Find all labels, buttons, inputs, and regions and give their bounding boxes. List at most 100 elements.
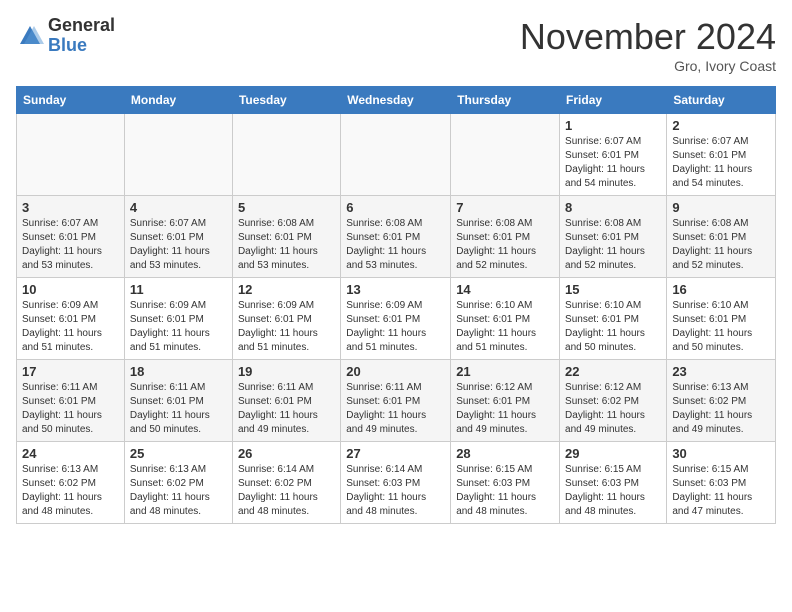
day-number: 28 bbox=[456, 446, 554, 461]
calendar-day-cell: 7 Sunrise: 6:08 AM Sunset: 6:01 PM Daylig… bbox=[451, 196, 560, 278]
weekday-header: Sunday bbox=[17, 87, 125, 114]
calendar-week-row: 17 Sunrise: 6:11 AM Sunset: 6:01 PM Dayli… bbox=[17, 360, 776, 442]
calendar-day-cell: 9 Sunrise: 6:08 AM Sunset: 6:01 PM Daylig… bbox=[667, 196, 776, 278]
day-number: 27 bbox=[346, 446, 445, 461]
day-number: 22 bbox=[565, 364, 661, 379]
calendar-day-cell bbox=[451, 114, 560, 196]
calendar-day-cell: 10Sunrise: 6:09 AM Sunset: 6:01 PM Dayli… bbox=[17, 278, 125, 360]
calendar-week-row: 1Sunrise: 6:07 AM Sunset: 6:01 PM Daylig… bbox=[17, 114, 776, 196]
day-info: Sunrise: 6:10 AM Sunset: 6:01 PM Dayligh… bbox=[565, 299, 661, 355]
calendar-day-cell: 18 Sunrise: 6:11 AM Sunset: 6:01 PM Dayli… bbox=[124, 360, 232, 442]
day-number: 17 bbox=[22, 364, 119, 379]
calendar-day-cell: 24Sunrise: 6:13 AM Sunset: 6:02 PM Dayli… bbox=[17, 442, 125, 524]
calendar-day-cell: 28 Sunrise: 6:15 AM Sunset: 6:03 PM Dayli… bbox=[451, 442, 560, 524]
calendar-day-cell: 21Sunrise: 6:12 AM Sunset: 6:01 PM Dayli… bbox=[451, 360, 560, 442]
day-info: Sunrise: 6:15 AM Sunset: 6:03 PM Dayligh… bbox=[456, 463, 554, 519]
day-number: 12 bbox=[238, 282, 335, 297]
day-number: 3 bbox=[22, 200, 119, 215]
day-info: Sunrise: 6:14 AM Sunset: 6:03 PM Dayligh… bbox=[346, 463, 445, 519]
weekday-header: Monday bbox=[124, 87, 232, 114]
calendar-day-cell: 22 Sunrise: 6:12 AM Sunset: 6:02 PM Dayli… bbox=[560, 360, 667, 442]
day-number: 2 bbox=[672, 118, 770, 133]
calendar-day-cell: 19 Sunrise: 6:11 AM Sunset: 6:01 PM Dayli… bbox=[232, 360, 340, 442]
day-number: 23 bbox=[672, 364, 770, 379]
day-info: Sunrise: 6:08 AM Sunset: 6:01 PM Dayligh… bbox=[672, 217, 770, 273]
calendar-day-cell: 1Sunrise: 6:07 AM Sunset: 6:01 PM Daylig… bbox=[560, 114, 667, 196]
day-number: 11 bbox=[130, 282, 227, 297]
calendar-day-cell: 6Sunrise: 6:08 AM Sunset: 6:01 PM Daylig… bbox=[341, 196, 451, 278]
logo: General Blue bbox=[16, 16, 115, 56]
calendar-day-cell: 27 Sunrise: 6:14 AM Sunset: 6:03 PM Dayli… bbox=[341, 442, 451, 524]
calendar-day-cell: 15 Sunrise: 6:10 AM Sunset: 6:01 PM Dayli… bbox=[560, 278, 667, 360]
title-block: November 2024 Gro, Ivory Coast bbox=[520, 16, 776, 74]
weekday-header: Wednesday bbox=[341, 87, 451, 114]
calendar-day-cell: 26 Sunrise: 6:14 AM Sunset: 6:02 PM Dayli… bbox=[232, 442, 340, 524]
calendar-day-cell: 3 Sunrise: 6:07 AM Sunset: 6:01 PM Daylig… bbox=[17, 196, 125, 278]
day-number: 10 bbox=[22, 282, 119, 297]
calendar-day-cell: 14 Sunrise: 6:10 AM Sunset: 6:01 PM Dayli… bbox=[451, 278, 560, 360]
calendar-day-cell bbox=[232, 114, 340, 196]
calendar-day-cell bbox=[17, 114, 125, 196]
day-info: Sunrise: 6:12 AM Sunset: 6:02 PM Dayligh… bbox=[565, 381, 661, 437]
weekday-header: Friday bbox=[560, 87, 667, 114]
calendar-day-cell bbox=[124, 114, 232, 196]
day-info: Sunrise: 6:09 AM Sunset: 6:01 PM Dayligh… bbox=[346, 299, 445, 355]
calendar-table: SundayMondayTuesdayWednesdayThursdayFrid… bbox=[16, 86, 776, 524]
weekday-header: Saturday bbox=[667, 87, 776, 114]
day-info: Sunrise: 6:08 AM Sunset: 6:01 PM Dayligh… bbox=[565, 217, 661, 273]
calendar-day-cell: 17 Sunrise: 6:11 AM Sunset: 6:01 PM Dayli… bbox=[17, 360, 125, 442]
calendar-day-cell: 8 Sunrise: 6:08 AM Sunset: 6:01 PM Daylig… bbox=[560, 196, 667, 278]
day-info: Sunrise: 6:13 AM Sunset: 6:02 PM Dayligh… bbox=[672, 381, 770, 437]
month-title: November 2024 bbox=[520, 16, 776, 58]
day-number: 9 bbox=[672, 200, 770, 215]
day-info: Sunrise: 6:11 AM Sunset: 6:01 PM Dayligh… bbox=[238, 381, 335, 437]
calendar-week-row: 24Sunrise: 6:13 AM Sunset: 6:02 PM Dayli… bbox=[17, 442, 776, 524]
day-info: Sunrise: 6:09 AM Sunset: 6:01 PM Dayligh… bbox=[238, 299, 335, 355]
calendar-week-row: 3 Sunrise: 6:07 AM Sunset: 6:01 PM Daylig… bbox=[17, 196, 776, 278]
day-info: Sunrise: 6:11 AM Sunset: 6:01 PM Dayligh… bbox=[22, 381, 119, 437]
day-info: Sunrise: 6:07 AM Sunset: 6:01 PM Dayligh… bbox=[22, 217, 119, 273]
day-number: 15 bbox=[565, 282, 661, 297]
day-info: Sunrise: 6:08 AM Sunset: 6:01 PM Dayligh… bbox=[346, 217, 445, 273]
day-info: Sunrise: 6:11 AM Sunset: 6:01 PM Dayligh… bbox=[130, 381, 227, 437]
day-info: Sunrise: 6:09 AM Sunset: 6:01 PM Dayligh… bbox=[130, 299, 227, 355]
weekday-header: Thursday bbox=[451, 87, 560, 114]
day-number: 25 bbox=[130, 446, 227, 461]
calendar-day-cell: 16Sunrise: 6:10 AM Sunset: 6:01 PM Dayli… bbox=[667, 278, 776, 360]
day-number: 7 bbox=[456, 200, 554, 215]
day-number: 26 bbox=[238, 446, 335, 461]
day-info: Sunrise: 6:14 AM Sunset: 6:02 PM Dayligh… bbox=[238, 463, 335, 519]
day-number: 4 bbox=[130, 200, 227, 215]
day-info: Sunrise: 6:08 AM Sunset: 6:01 PM Dayligh… bbox=[238, 217, 335, 273]
day-info: Sunrise: 6:13 AM Sunset: 6:02 PM Dayligh… bbox=[130, 463, 227, 519]
day-info: Sunrise: 6:12 AM Sunset: 6:01 PM Dayligh… bbox=[456, 381, 554, 437]
day-number: 13 bbox=[346, 282, 445, 297]
calendar-day-cell: 29Sunrise: 6:15 AM Sunset: 6:03 PM Dayli… bbox=[560, 442, 667, 524]
day-number: 5 bbox=[238, 200, 335, 215]
day-number: 14 bbox=[456, 282, 554, 297]
logo-icon bbox=[16, 22, 44, 50]
day-number: 18 bbox=[130, 364, 227, 379]
calendar-day-cell: 13 Sunrise: 6:09 AM Sunset: 6:01 PM Dayli… bbox=[341, 278, 451, 360]
calendar-day-cell: 4 Sunrise: 6:07 AM Sunset: 6:01 PM Daylig… bbox=[124, 196, 232, 278]
calendar-week-row: 10 Sunrise: 6:09 AM Sunset: 6:01 PM Dayli… bbox=[17, 278, 776, 360]
calendar-day-cell: 30Sunrise: 6:15 AM Sunset: 6:03 PM Dayli… bbox=[667, 442, 776, 524]
location: Gro, Ivory Coast bbox=[520, 58, 776, 74]
day-number: 19 bbox=[238, 364, 335, 379]
calendar-day-cell: 25 Sunrise: 6:13 AM Sunset: 6:02 PM Dayli… bbox=[124, 442, 232, 524]
day-info: Sunrise: 6:08 AM Sunset: 6:01 PM Dayligh… bbox=[456, 217, 554, 273]
day-number: 16 bbox=[672, 282, 770, 297]
day-info: Sunrise: 6:07 AM Sunset: 6:01 PM Dayligh… bbox=[565, 135, 661, 191]
calendar-day-cell: 5 Sunrise: 6:08 AM Sunset: 6:01 PM Daylig… bbox=[232, 196, 340, 278]
calendar-day-cell: 2Sunrise: 6:07 AM Sunset: 6:01 PM Daylig… bbox=[667, 114, 776, 196]
day-number: 29 bbox=[565, 446, 661, 461]
calendar-day-cell bbox=[341, 114, 451, 196]
page-header: General Blue November 2024 Gro, Ivory Co… bbox=[16, 16, 776, 74]
day-info: Sunrise: 6:07 AM Sunset: 6:01 PM Dayligh… bbox=[130, 217, 227, 273]
day-info: Sunrise: 6:10 AM Sunset: 6:01 PM Dayligh… bbox=[456, 299, 554, 355]
calendar-day-cell: 11 Sunrise: 6:09 AM Sunset: 6:01 PM Dayli… bbox=[124, 278, 232, 360]
day-number: 20 bbox=[346, 364, 445, 379]
calendar-day-cell: 23 Sunrise: 6:13 AM Sunset: 6:02 PM Dayli… bbox=[667, 360, 776, 442]
day-number: 8 bbox=[565, 200, 661, 215]
day-info: Sunrise: 6:13 AM Sunset: 6:02 PM Dayligh… bbox=[22, 463, 119, 519]
